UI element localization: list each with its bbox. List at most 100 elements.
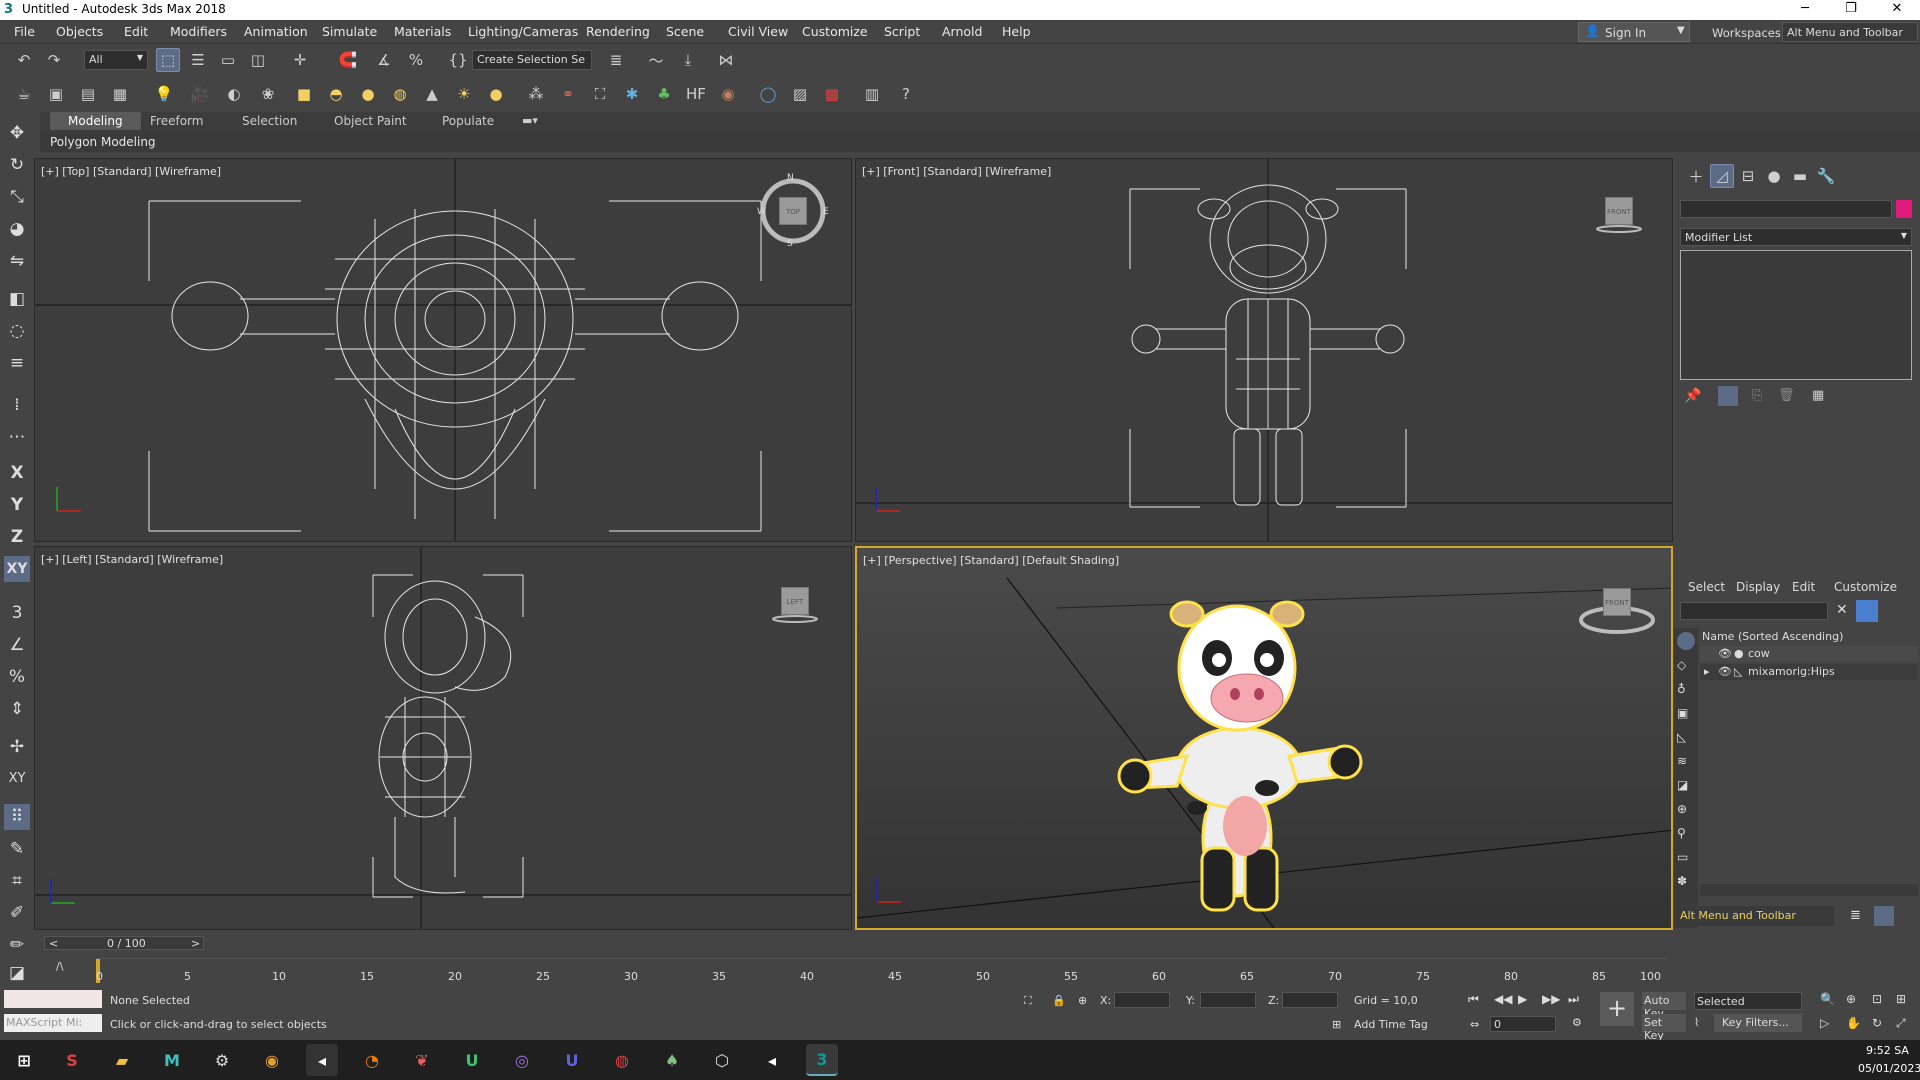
select-move-icon[interactable]: ✛ [288,48,312,72]
camera-icon[interactable]: 🎥 [188,82,212,106]
edit-icon[interactable]: ✐ [4,900,30,926]
viewport-front[interactable]: [+] [Front] [Standard] [Wireframe] FRONT [855,158,1673,542]
explorer-tab-edit[interactable]: Edit [1792,580,1815,594]
lock-selection-icon[interactable]: 🔒 [1052,994,1066,1007]
app-notification-icon[interactable]: ◍ [606,1044,638,1076]
menu-script[interactable]: Script [884,24,920,39]
zoom-extents-icon[interactable]: ⊡ [1872,992,1882,1006]
auto-key-button[interactable]: Auto Key [1642,992,1686,1020]
set-keys-big-icon[interactable]: + [1600,992,1634,1026]
display-helpers-icon[interactable]: ◺ [1677,730,1686,744]
render-icon[interactable]: ▩ [820,82,844,106]
windows-start-icon[interactable]: ⊞ [8,1044,40,1076]
expand-arrow-icon[interactable]: ▸ [1704,665,1710,678]
play-icon[interactable]: ▶ [1518,992,1527,1006]
spinner-snap-icon[interactable]: ⇕ [4,696,30,722]
spacewarp-icon[interactable]: ❀ [256,82,280,106]
app-figure-icon[interactable]: ⚙ [206,1044,238,1076]
z-coordinate-field[interactable] [1282,992,1338,1008]
mirror-icon[interactable]: ⇋ [4,248,30,274]
render-frame-icon[interactable]: ▨ [788,82,812,106]
help-icon[interactable]: ? [894,82,918,106]
menu-rendering[interactable]: Rendering [586,24,650,39]
pencil-icon[interactable]: ✏ [4,932,30,958]
particle-icon[interactable]: ⁂ [524,82,548,106]
menu-edit[interactable]: Edit [124,24,148,39]
field-of-view-icon[interactable]: ▷ [1820,1016,1829,1030]
3dsmax-taskbar-icon[interactable]: 3 [806,1044,838,1076]
viewcube-left[interactable]: LEFT [781,587,809,615]
blender-icon[interactable]: ◔ [356,1044,388,1076]
sphere-light-icon[interactable]: ● [484,82,508,106]
menu-simulate[interactable]: Simulate [322,24,377,39]
display-all-icon[interactable]: ✽ [1677,874,1687,888]
add-time-tag[interactable]: Add Time Tag [1354,1018,1428,1031]
display-geometry-icon[interactable] [1677,632,1695,650]
viewcube-front[interactable]: FRONT [1605,197,1633,225]
close-button[interactable]: ✕ [1874,0,1920,20]
move-icon[interactable]: ✥ [4,120,30,146]
snap-toggle-icon[interactable]: 🧲 [336,48,360,72]
curve-editor-mini-icon[interactable]: /\ [56,960,63,973]
menu-help[interactable]: Help [1002,24,1031,39]
axis-xy2-icon[interactable]: XY [4,766,30,792]
object-name-field[interactable] [1680,200,1892,218]
scale-icon[interactable]: ⤡ [4,184,30,210]
lasso-select-icon[interactable]: ◌ [4,318,30,344]
isolate-icon[interactable]: ⛶ [1024,994,1032,1008]
crop-icon[interactable]: ⌗ [4,868,30,894]
maxscript-listener[interactable] [4,990,102,1008]
display-spacewarps-icon[interactable]: ≋ [1677,754,1687,768]
object-color-swatch[interactable] [1896,200,1912,218]
motion-tab-icon[interactable]: ● [1762,164,1786,188]
hair-icon[interactable]: ✱ [620,82,644,106]
go-to-start-icon[interactable]: ⏮ [1468,992,1479,1007]
spacing-icon[interactable]: ⋯ [4,424,30,450]
percent-snap-icon[interactable]: % [404,48,428,72]
explorer-workspace-dropdown[interactable]: Alt Menu and Toolbar [1674,906,1834,926]
show-end-result-icon[interactable] [1718,386,1738,406]
modify-tab-icon[interactable]: ◿ [1710,164,1734,188]
zoom-all-icon[interactable]: ⊕ [1846,992,1856,1006]
paint-select-icon[interactable]: ✎ [4,836,30,862]
app-bird-icon[interactable]: ❦ [406,1044,438,1076]
maxscript-mini-input[interactable]: MAXScript Mi: [4,1014,102,1032]
hierarchy-tab-icon[interactable]: ⊟ [1736,164,1760,188]
percent-snap-left-icon[interactable]: % [4,664,30,690]
utilities-tab-icon[interactable]: 🔧 [1814,164,1838,188]
key-tangent-icon[interactable]: ⌇ [1694,1016,1699,1029]
absolute-mode-icon[interactable]: ⊕ [1078,994,1087,1007]
viewport-left[interactable]: [+] [Left] [Standard] [Wireframe] LEFT [34,546,852,930]
tree-row-hips[interactable]: ▸ 👁 ◺ mixamorig:Hips [1700,664,1918,680]
axis-x-icon[interactable]: X [4,460,30,486]
axis-z-icon[interactable]: Z [4,524,30,550]
menu-scene[interactable]: Scene [666,24,704,39]
layer-explorer-icon[interactable]: ≣ [604,48,628,72]
redo-icon[interactable]: ↷ [42,48,66,72]
configure-sets-icon[interactable]: ▦ [1812,388,1824,403]
rectangle-selection-icon[interactable]: ▭ [216,48,240,72]
transform-gizmo-icon[interactable]: ✢ [4,734,30,760]
menu-materials[interactable]: Materials [394,24,451,39]
render-setup-icon[interactable]: ▣ [44,82,68,106]
time-slider[interactable]: < 0 / 100 > [44,936,204,950]
app-red-icon[interactable]: S [56,1044,88,1076]
orbit-icon[interactable]: ↻ [1872,1016,1882,1030]
place-icon[interactable]: ◕ [4,216,30,242]
display-cameras-icon[interactable]: ▣ [1677,706,1688,720]
explorer-tab-customize[interactable]: Customize [1834,580,1897,594]
key-filters-button[interactable]: Key Filters... [1714,1014,1802,1032]
menu-civil-view[interactable]: Civil View [728,24,788,39]
menu-objects[interactable]: Objects [56,24,103,39]
chrome-icon[interactable]: ◉ [256,1044,288,1076]
pin-stack-icon[interactable]: 📌 [1684,388,1701,404]
tab-object-paint[interactable]: Object Paint [334,114,407,128]
align-icon[interactable]: ⤓ [676,48,700,72]
unity-icon[interactable]: ⬡ [706,1044,738,1076]
render-production-icon[interactable]: ▦ [108,82,132,106]
edit-named-selection-icon[interactable]: {} [446,48,470,72]
unreal-editor-icon[interactable]: ◂ [756,1044,788,1076]
angle-snap-icon[interactable]: ∡ [372,48,396,72]
menu-lighting-cameras[interactable]: Lighting/Cameras [468,24,578,39]
sun-icon[interactable]: ☀ [452,82,476,106]
